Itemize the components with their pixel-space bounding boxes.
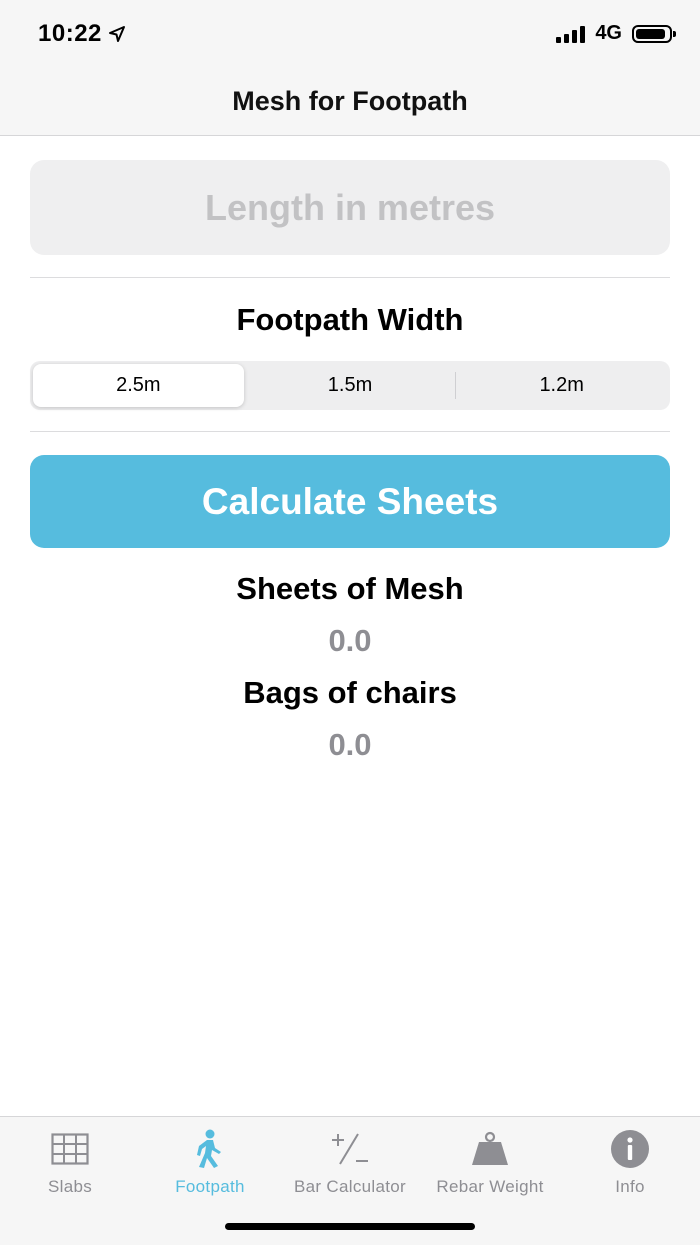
walking-person-icon [197,1129,221,1168]
weight-icon [472,1131,508,1165]
width-option-1-5m[interactable]: 1.5m [245,364,456,407]
info-icon [611,1130,649,1168]
tab-slabs[interactable]: Slabs [0,1127,140,1197]
bags-of-chairs-label: Bags of chairs [243,675,457,710]
tab-label: Footpath [175,1177,245,1196]
divider [30,277,670,278]
sheets-of-mesh-label: Sheets of Mesh [236,571,464,606]
width-option-1-2m[interactable]: 1.2m [456,364,667,407]
grid-icon [51,1133,89,1165]
page-title: Mesh for Footpath [232,86,468,116]
home-indicator[interactable] [225,1223,475,1230]
width-option-2-5m[interactable]: 2.5m [33,364,244,407]
tab-label: Slabs [47,1177,93,1196]
location-arrow-icon [108,26,125,42]
divider [30,431,670,432]
status-time-text: 10:22 [38,20,102,47]
tab-footpath[interactable]: Footpath [140,1127,280,1197]
footpath-width-segmented-control: 2.5m 1.5m 1.2m [30,361,670,410]
status-time: 10:22 [38,20,126,48]
status-indicators: 4G [556,22,676,45]
tab-rebar-weight[interactable]: Rebar Weight [420,1127,560,1197]
network-type: 4G [595,22,622,44]
tab-label: Info [615,1177,645,1196]
navigation-bar: 10:22 4G Mesh for Footpath [0,0,700,136]
plus-minus-icon [332,1133,368,1165]
battery-icon [632,24,676,43]
tab-bar-calculator[interactable]: Bar Calculator [280,1127,420,1197]
bags-of-chairs-value: 0.0 [328,727,372,762]
length-input[interactable] [30,160,670,255]
footpath-width-title: Footpath Width [236,302,464,337]
tab-label: Rebar Weight [436,1177,544,1196]
sheets-of-mesh-value: 0.0 [328,623,372,658]
signal-strength-icon [556,25,586,43]
tab-label: Bar Calculator [294,1177,406,1196]
calculate-sheets-button[interactable]: Calculate Sheets [30,455,670,548]
tab-info[interactable]: Info [560,1127,700,1197]
